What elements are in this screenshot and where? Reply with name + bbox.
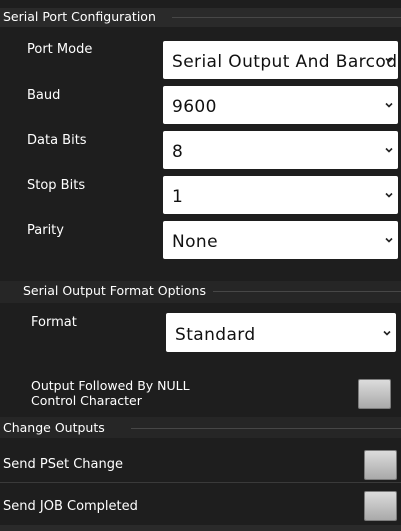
baud-value: 9600 bbox=[172, 97, 217, 117]
stop-bits-value: 1 bbox=[172, 187, 184, 207]
null-char-label-line2: Control Character bbox=[31, 393, 142, 408]
header-rule bbox=[213, 291, 401, 292]
serial-port-config-title: Serial Port Configuration bbox=[3, 9, 156, 24]
bottom-bar bbox=[0, 525, 401, 531]
format-label: Format bbox=[31, 315, 77, 330]
job-completed-label: Send JOB Completed bbox=[3, 499, 138, 514]
port-mode-label: Port Mode bbox=[27, 42, 93, 57]
port-mode-select[interactable]: Serial Output And Barcode bbox=[163, 41, 398, 79]
output-format-title: Serial Output Format Options bbox=[23, 283, 206, 298]
null-char-label: Output Followed By NULL Control Characte… bbox=[31, 378, 190, 408]
baud-label: Baud bbox=[27, 88, 61, 103]
pset-change-toggle[interactable] bbox=[364, 450, 397, 480]
baud-select[interactable]: 9600 bbox=[163, 86, 398, 124]
data-bits-value: 8 bbox=[172, 142, 184, 162]
chevron-down-icon bbox=[383, 330, 391, 336]
format-select[interactable]: Standard bbox=[166, 313, 396, 352]
stop-bits-label: Stop Bits bbox=[27, 178, 86, 193]
parity-select[interactable]: None bbox=[163, 221, 398, 259]
data-bits-select[interactable]: 8 bbox=[163, 131, 398, 169]
pset-change-label: Send PSet Change bbox=[3, 457, 123, 472]
null-char-toggle[interactable] bbox=[358, 379, 391, 409]
format-value: Standard bbox=[175, 325, 256, 345]
header-rule bbox=[131, 428, 401, 429]
chevron-down-icon bbox=[385, 192, 393, 198]
chevron-down-icon bbox=[385, 102, 393, 108]
stop-bits-select[interactable]: 1 bbox=[163, 176, 398, 214]
output-format-header: Serial Output Format Options bbox=[0, 281, 401, 303]
parity-label: Parity bbox=[27, 223, 64, 238]
null-char-label-line1: Output Followed By NULL bbox=[31, 378, 190, 393]
serial-port-config-header: Serial Port Configuration bbox=[0, 8, 401, 27]
chevron-down-icon bbox=[385, 147, 393, 153]
data-bits-label: Data Bits bbox=[27, 133, 87, 148]
change-outputs-header: Change Outputs bbox=[0, 417, 401, 438]
chevron-down-icon bbox=[385, 237, 393, 243]
port-mode-value: Serial Output And Barcode bbox=[172, 52, 398, 72]
row-divider bbox=[0, 482, 401, 483]
change-outputs-title: Change Outputs bbox=[3, 420, 105, 435]
job-completed-toggle[interactable] bbox=[364, 491, 397, 521]
header-rule bbox=[172, 17, 401, 18]
parity-value: None bbox=[172, 232, 218, 252]
chevron-down-icon bbox=[385, 57, 393, 63]
